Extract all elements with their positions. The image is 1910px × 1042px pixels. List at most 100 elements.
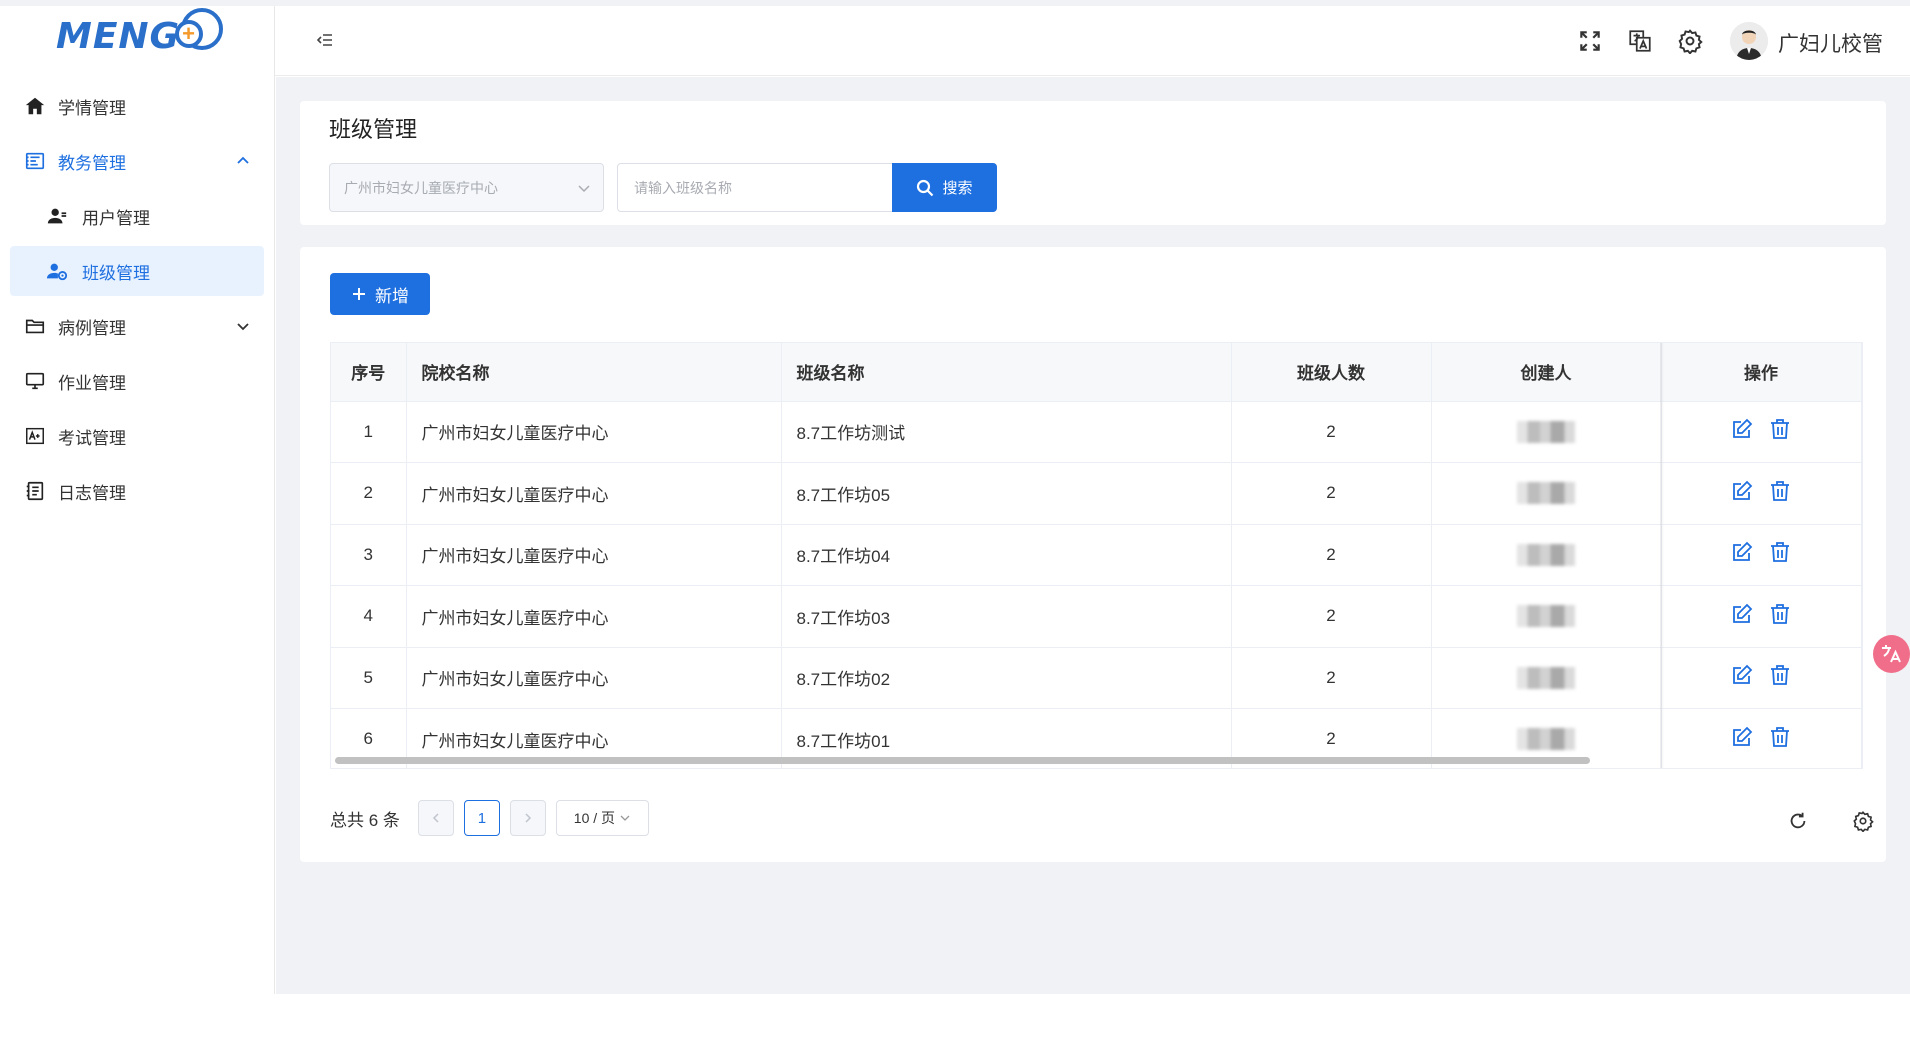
- edit-icon[interactable]: [1730, 417, 1754, 441]
- cell-creator: [1431, 647, 1662, 709]
- edit-icon[interactable]: [1730, 725, 1754, 749]
- sidebar-item-exams[interactable]: 考试管理: [10, 411, 264, 461]
- cell-index: 1: [331, 401, 407, 463]
- total-count: 总共 6 条: [330, 810, 400, 830]
- cell-school: 广州市妇女儿童医疗中心: [406, 647, 782, 709]
- edit-icon[interactable]: [1730, 663, 1754, 687]
- logo: MENG +: [0, 6, 274, 76]
- page-1-button[interactable]: 1: [463, 800, 500, 836]
- sidebar-item-academic[interactable]: 教务管理: [10, 136, 264, 186]
- table-row: 5 广州市妇女儿童医疗中心 8.7工作坊02 2: [331, 647, 1862, 709]
- search-card: 班级管理 广州市妇女儿童医疗中心 搜索: [300, 101, 1886, 225]
- sidebar-item-label: 用户管理: [82, 208, 150, 228]
- exam-icon: [26, 427, 44, 445]
- username[interactable]: 广妇儿校管: [1778, 28, 1883, 58]
- fixed-column-shadow: [1660, 343, 1664, 768]
- column-settings-icon[interactable]: [1852, 810, 1874, 832]
- edit-icon[interactable]: [1730, 602, 1754, 626]
- cell-creator: [1431, 524, 1662, 586]
- cell-actions: [1661, 585, 1862, 648]
- sidebar-item-label: 教务管理: [58, 153, 126, 173]
- redacted-creator: [1517, 666, 1575, 689]
- sidebar-item-logs[interactable]: 日志管理: [10, 466, 264, 516]
- cell-index: 3: [331, 524, 407, 586]
- chevron-left-icon: [432, 813, 439, 823]
- cell-count: 2: [1231, 647, 1432, 709]
- class-table: 序号 院校名称 班级名称 班级人数 创建人 操作 1 广州市妇女儿童医疗中心 8.7…: [330, 342, 1863, 769]
- delete-icon[interactable]: [1768, 417, 1792, 441]
- logo-text: MENG: [56, 16, 181, 57]
- chevron-up-icon: [237, 156, 249, 164]
- col-creator: 创建人: [1431, 343, 1662, 402]
- sidebar-item-cases[interactable]: 病例管理: [10, 301, 264, 351]
- user-avatar-icon: [1730, 22, 1768, 60]
- cell-school: 广州市妇女儿童医疗中心: [406, 401, 782, 463]
- col-index: 序号: [331, 343, 407, 402]
- avatar[interactable]: [1730, 22, 1768, 60]
- col-class-name: 班级名称: [781, 343, 1232, 402]
- delete-icon[interactable]: [1768, 663, 1792, 687]
- collapse-menu-icon[interactable]: [315, 30, 335, 50]
- sidebar-item-label: 作业管理: [58, 373, 126, 393]
- table-row: 2 广州市妇女儿童医疗中心 8.7工作坊05 2: [331, 462, 1862, 525]
- school-select-value: 广州市妇女儿童医疗中心: [344, 179, 498, 196]
- sidebar-item-label: 考试管理: [58, 428, 126, 448]
- delete-icon[interactable]: [1768, 602, 1792, 626]
- class-user-icon: [46, 263, 68, 281]
- add-button-label: 新增: [375, 286, 409, 306]
- sidebar-item-classes[interactable]: 班级管理: [10, 246, 264, 296]
- top-header: 广妇儿校管: [275, 6, 1910, 76]
- cell-count: 2: [1231, 524, 1432, 586]
- folder-icon: [25, 319, 45, 334]
- pagination: 总共 6 条 1 10 / 页: [330, 800, 649, 836]
- main-content: 班级管理 广州市妇女儿童医疗中心 搜索 新增 序号 院校名称: [276, 77, 1910, 994]
- redacted-creator: [1517, 420, 1575, 443]
- cell-creator: [1431, 462, 1662, 525]
- translate-icon: [1881, 645, 1901, 663]
- col-actions: 操作: [1661, 343, 1862, 402]
- cell-index: 4: [331, 585, 407, 648]
- add-button[interactable]: 新增: [330, 273, 430, 315]
- prev-page-button[interactable]: [417, 800, 454, 836]
- fullscreen-icon[interactable]: [1577, 28, 1603, 54]
- sidebar: MENG + 学情管理 教务管理 用户管理 班级管理 病例管理 作业管理 考试管…: [0, 6, 275, 994]
- cell-creator: [1431, 585, 1662, 648]
- edit-icon[interactable]: [1730, 540, 1754, 564]
- settings-icon[interactable]: [1677, 28, 1703, 54]
- table-row: 4 广州市妇女儿童医疗中心 8.7工作坊03 2: [331, 585, 1862, 648]
- next-page-button[interactable]: [509, 800, 546, 836]
- search-icon: [917, 179, 934, 196]
- sidebar-item-users[interactable]: 用户管理: [10, 191, 264, 241]
- translate-icon[interactable]: [1627, 28, 1653, 54]
- redacted-creator: [1517, 482, 1575, 505]
- chevron-down-icon: [620, 815, 630, 821]
- delete-icon[interactable]: [1768, 479, 1792, 503]
- page-size-select[interactable]: 10 / 页: [555, 800, 649, 836]
- search-button[interactable]: 搜索: [892, 163, 997, 212]
- cell-count: 2: [1231, 401, 1432, 463]
- delete-icon[interactable]: [1768, 540, 1792, 564]
- plus-icon: [353, 288, 365, 300]
- floating-translate-button[interactable]: [1873, 635, 1910, 673]
- sidebar-item-homework[interactable]: 作业管理: [10, 356, 264, 406]
- edit-icon[interactable]: [1730, 479, 1754, 503]
- table-row: 1 广州市妇女儿童医疗中心 8.7工作坊测试 2: [331, 401, 1862, 463]
- monitor-icon: [25, 372, 45, 390]
- cell-actions: [1661, 401, 1862, 463]
- table-row: 3 广州市妇女儿童医疗中心 8.7工作坊04 2: [331, 524, 1862, 586]
- chevron-down-icon: [578, 185, 590, 193]
- cell-class-name: 8.7工作坊05: [781, 462, 1232, 525]
- school-select[interactable]: 广州市妇女儿童医疗中心: [329, 163, 604, 212]
- delete-icon[interactable]: [1768, 725, 1792, 749]
- class-name-input[interactable]: [617, 163, 893, 212]
- search-button-label: 搜索: [942, 180, 973, 197]
- sidebar-item-learning[interactable]: 学情管理: [10, 81, 264, 131]
- horizontal-scrollbar[interactable]: [335, 757, 1590, 764]
- refresh-icon[interactable]: [1787, 810, 1809, 832]
- cell-school: 广州市妇女儿童医疗中心: [406, 585, 782, 648]
- table-header-row: 序号 院校名称 班级名称 班级人数 创建人 操作: [331, 343, 1862, 402]
- sidebar-item-label: 班级管理: [82, 263, 150, 283]
- redacted-creator: [1517, 728, 1575, 751]
- cell-index: 2: [331, 462, 407, 525]
- cell-actions: [1661, 647, 1862, 709]
